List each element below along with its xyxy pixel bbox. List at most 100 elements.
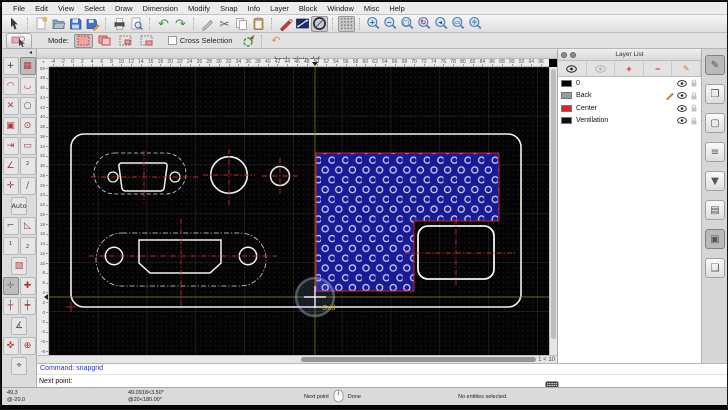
restrict-horizontal-button[interactable]: ┼ bbox=[2, 297, 19, 315]
menu-dimension[interactable]: Dimension bbox=[138, 4, 183, 13]
menu-misc[interactable]: Misc bbox=[359, 4, 384, 13]
horizontal-scrollbar-thumb[interactable] bbox=[301, 357, 536, 362]
layer-lock-icon[interactable] bbox=[690, 79, 698, 87]
vertical-scrollbar-thumb[interactable] bbox=[551, 69, 556, 339]
draw-line-button[interactable] bbox=[294, 16, 311, 32]
layer-lock-icon[interactable] bbox=[690, 117, 698, 125]
draw-circle-button[interactable] bbox=[311, 15, 328, 32]
restrict-vertical-button[interactable]: ┿ bbox=[19, 297, 36, 315]
snap-intersection-button[interactable]: ✕ bbox=[2, 97, 19, 115]
lock-zero-button[interactable]: ⌖ bbox=[11, 357, 27, 375]
select-pointer-button[interactable] bbox=[6, 16, 23, 32]
select-replace-button[interactable] bbox=[73, 33, 93, 48]
menu-snap[interactable]: Snap bbox=[215, 4, 243, 13]
layer-lock-icon[interactable] bbox=[690, 104, 698, 112]
remove-layer-button[interactable]: − bbox=[644, 61, 673, 76]
snap-free-button[interactable]: + bbox=[2, 57, 19, 75]
snap-cross-button[interactable]: ✛ bbox=[2, 177, 19, 195]
dock-quick-info-button[interactable]: ▣ bbox=[705, 229, 725, 249]
set-relative-zero-button[interactable]: ✜ bbox=[2, 337, 19, 355]
menu-file[interactable]: File bbox=[8, 4, 30, 13]
zoom-window-button[interactable]: ▭ bbox=[450, 16, 467, 32]
menu-info[interactable]: Info bbox=[243, 4, 266, 13]
zoom-pan-button[interactable]: ✛ bbox=[467, 16, 484, 32]
layer-row[interactable]: 0 bbox=[558, 77, 701, 90]
dock-command-button[interactable]: ▼ bbox=[705, 171, 725, 191]
layer-row[interactable]: Center bbox=[558, 102, 701, 115]
paste-button[interactable] bbox=[250, 16, 267, 32]
snap-angle-button[interactable]: ∠ bbox=[2, 157, 19, 175]
layer-visibility-icon[interactable] bbox=[677, 79, 687, 87]
snap-on-point-button[interactable]: ▭ bbox=[19, 137, 36, 155]
dock-block-list-button[interactable]: ▤ bbox=[705, 200, 725, 220]
select-remove-button[interactable] bbox=[116, 34, 135, 48]
snap-center-button[interactable]: ⊙ bbox=[19, 117, 36, 135]
zoom-in-button[interactable]: + bbox=[365, 16, 382, 32]
open-drawing-button[interactable] bbox=[50, 16, 67, 32]
sidebar-collapse-arrow[interactable]: ◂ bbox=[2, 49, 36, 57]
show-all-layers-button[interactable] bbox=[558, 61, 587, 76]
menu-draw[interactable]: Draw bbox=[110, 4, 138, 13]
order-first-button[interactable]: ¹ bbox=[2, 237, 19, 255]
order-second-button[interactable]: ₂ bbox=[19, 237, 36, 255]
drawing-canvas[interactable]: Grid bbox=[49, 67, 549, 355]
dock-pen-button[interactable]: ✎ bbox=[705, 55, 725, 75]
select-add-button[interactable] bbox=[95, 34, 114, 48]
vertical-scrollbar[interactable] bbox=[549, 67, 557, 355]
cross-selection-checkbox[interactable] bbox=[167, 36, 177, 45]
save-button[interactable] bbox=[67, 16, 84, 32]
menu-block[interactable]: Block bbox=[294, 4, 322, 13]
lock-relative-zero-button[interactable]: ⊕ bbox=[19, 337, 36, 355]
zoom-out-button[interactable]: − bbox=[382, 16, 399, 32]
edit-pencil-button[interactable] bbox=[199, 16, 216, 32]
dock-entity-list-button[interactable]: ≡ bbox=[705, 142, 725, 162]
menu-help[interactable]: Help bbox=[384, 4, 409, 13]
menu-edit[interactable]: Edit bbox=[30, 4, 53, 13]
coordinate-polar-button[interactable]: ◺ bbox=[19, 217, 36, 235]
zoom-redraw-button[interactable]: ↻ bbox=[416, 16, 433, 32]
snap-auto-button[interactable]: Auto bbox=[11, 197, 27, 215]
menu-select[interactable]: Select bbox=[79, 4, 110, 13]
menu-window[interactable]: Window bbox=[322, 4, 359, 13]
select-invert-button[interactable] bbox=[137, 34, 156, 48]
layer-visibility-icon[interactable] bbox=[677, 117, 687, 125]
menu-view[interactable]: View bbox=[53, 4, 79, 13]
edit-layer-button[interactable]: ✎ bbox=[672, 61, 701, 76]
snap-distance-button[interactable]: ⇥ bbox=[2, 137, 19, 155]
fence-selection-button[interactable] bbox=[240, 33, 257, 49]
add-layer-button[interactable]: + bbox=[615, 61, 644, 76]
selection-region-button[interactable]: ▧ bbox=[11, 257, 27, 275]
print-button[interactable] bbox=[111, 16, 128, 32]
new-drawing-button[interactable] bbox=[33, 16, 50, 32]
snap-tangent-button[interactable]: ∕ bbox=[19, 177, 36, 195]
copy-button[interactable] bbox=[233, 16, 250, 32]
dock-clipboard-button[interactable]: ❑ bbox=[705, 258, 725, 278]
draw-pen-button[interactable] bbox=[277, 16, 294, 32]
dock-library-button[interactable]: ▢ bbox=[705, 113, 725, 133]
restrict-nothing-button[interactable]: ✛ bbox=[2, 277, 19, 295]
layer-lock-icon[interactable] bbox=[690, 92, 698, 100]
menu-modify[interactable]: Modify bbox=[183, 4, 215, 13]
relative-angle-button[interactable]: ∡ bbox=[11, 317, 27, 335]
coordinate-cartesian-button[interactable]: ⌐ bbox=[2, 217, 19, 235]
hide-all-layers-button[interactable] bbox=[587, 61, 616, 76]
zoom-auto-button[interactable]: ▢ bbox=[399, 16, 416, 32]
snap-middle-button[interactable]: ▣ bbox=[2, 117, 19, 135]
layer-row[interactable]: Ventilation bbox=[558, 115, 701, 128]
deselect-button[interactable]: ↶ bbox=[267, 33, 284, 49]
zoom-previous-button[interactable]: ◂ bbox=[433, 16, 450, 32]
dock-blocks-button[interactable]: ❒ bbox=[705, 84, 725, 104]
horizontal-scrollbar[interactable]: 1 < 10 bbox=[37, 355, 557, 363]
layer-row-current[interactable]: Back bbox=[558, 90, 701, 103]
restrict-orthogonal-button[interactable]: ✚ bbox=[19, 277, 36, 295]
grid-toggle-button[interactable] bbox=[338, 15, 355, 32]
snap-nearest-button[interactable]: ○ bbox=[19, 97, 36, 115]
undo-button[interactable]: ↶ bbox=[155, 16, 172, 32]
layer-visibility-icon[interactable] bbox=[677, 104, 687, 112]
select-entities-button[interactable] bbox=[6, 32, 32, 49]
snap-grid-button[interactable]: ▦ bbox=[19, 57, 36, 75]
save-as-button[interactable] bbox=[84, 16, 101, 32]
redo-button[interactable]: ↷ bbox=[172, 16, 189, 32]
layer-visibility-icon[interactable] bbox=[677, 92, 687, 100]
snap-endpoints-button[interactable]: ◠ bbox=[2, 77, 19, 95]
